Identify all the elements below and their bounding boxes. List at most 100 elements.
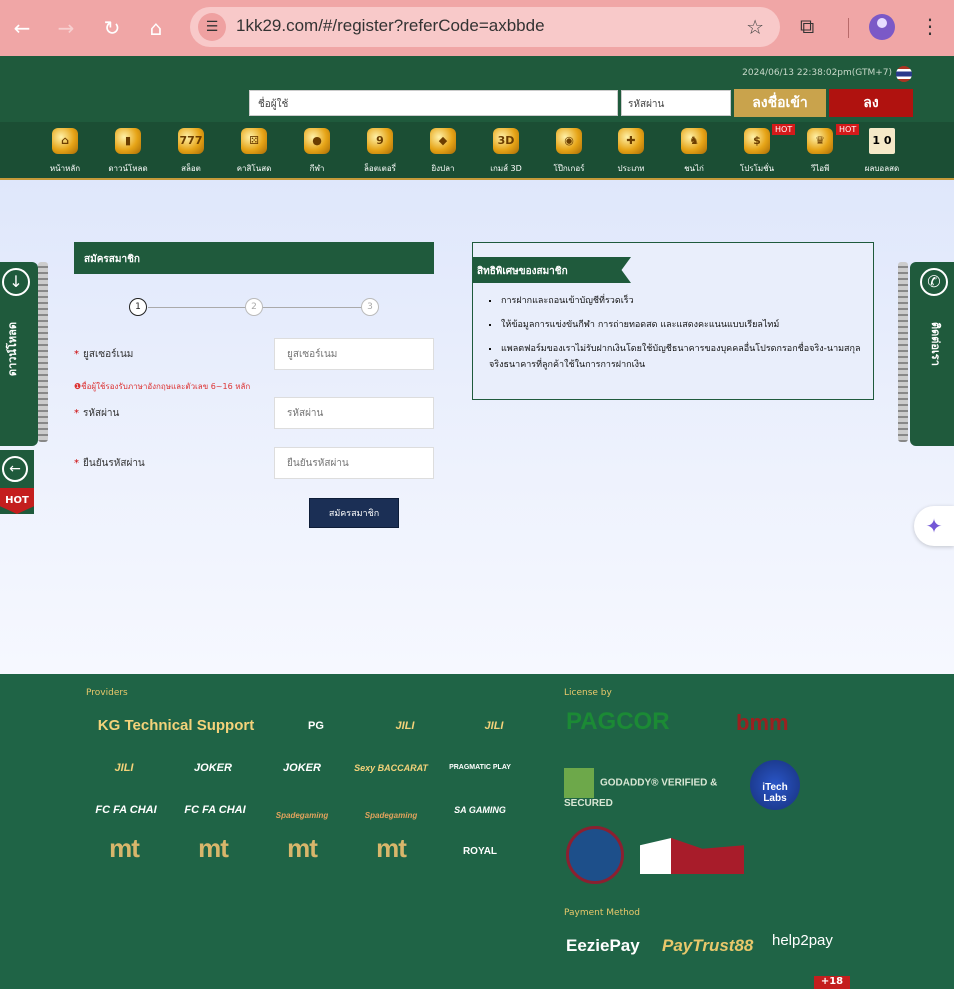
site-header: 2024/06/13 22:38:02pm(GTM+7) ชื่อผู้ใช้ …	[0, 56, 954, 122]
fish-icon: ◆	[430, 128, 456, 154]
provider-logo: mt	[198, 833, 229, 863]
bookmark-star-icon[interactable]: ☆	[746, 15, 764, 39]
login-password-input[interactable]: รหัสผ่าน	[621, 90, 731, 116]
crown-icon: ♛	[807, 128, 833, 154]
username-input[interactable]	[274, 338, 434, 370]
username-row: * ยูสเซอร์เนม	[74, 338, 434, 370]
provider-logo: Spadegaming	[275, 811, 329, 820]
lottery-ball-icon: 9	[367, 128, 393, 154]
contact-side-label: ติดต่อเรา	[929, 322, 942, 366]
address-bar[interactable]: ☰ 1kk29.com/#/register?referCode=axbbde …	[190, 7, 780, 47]
payment-title: Payment Method	[564, 908, 641, 918]
phone-icon: ▮	[115, 128, 141, 154]
menu-item-lottery[interactable]: 9 ล็อตเตอรี่	[349, 128, 411, 175]
contact-side-widget[interactable]: ✆ ติดต่อเรา	[910, 262, 954, 446]
url-text[interactable]: 1kk29.com/#/register?referCode=axbbde	[236, 16, 545, 36]
providers-title: Providers	[86, 688, 128, 698]
paytrust-logo: PayTrust88	[662, 936, 754, 955]
menu-item-3d[interactable]: 3D เกมส์ 3D	[475, 128, 537, 175]
provider-logo: PRAGMATIC PLAY	[449, 764, 511, 771]
home-icon: ⌂	[52, 128, 78, 154]
menu-item-cockfight[interactable]: ♞ ชนไก่	[663, 128, 725, 175]
benefits-title: สิทธิพิเศษของสมาชิก	[473, 257, 631, 283]
dollar-icon: $	[744, 128, 770, 154]
site-info-icon[interactable]: ☰	[198, 13, 226, 41]
back-icon[interactable]: ←	[8, 14, 36, 42]
menu-item-livescore[interactable]: 1 0 ผลบอลสด	[851, 128, 913, 175]
age-restriction-badge: +18	[814, 976, 850, 989]
menu-kebab-icon[interactable]: ⋮	[920, 14, 940, 38]
submit-register-button[interactable]: สมัครสมาชิก	[309, 498, 399, 528]
register-title: สมัครสมาชิก	[74, 242, 434, 274]
slot-777-icon: 777	[178, 128, 204, 154]
confirm-password-label: * ยืนยันรหัสผ่าน	[74, 458, 145, 469]
hot-side-widget[interactable]: ← HOT	[0, 450, 34, 514]
list-item: ให้ข้อมูลการแข่งขันกีฬา การถ่ายทอดสด และ…	[489, 317, 863, 333]
provider-logo: Sexy BACCARAT	[354, 763, 428, 773]
menu-item-promotion[interactable]: $ โปรโมชั่น	[726, 128, 788, 175]
hot-badge: HOT	[772, 124, 796, 135]
chain-decoration	[898, 262, 908, 442]
sparkle-assistant-icon[interactable]: ✦	[914, 506, 954, 546]
menu-item-vip[interactable]: ♛ วีไอพี	[789, 128, 851, 175]
download-side-label: ดาวน์โหลด	[6, 322, 19, 377]
gamepad-icon: ✚	[618, 128, 644, 154]
license-title: License by	[564, 688, 612, 698]
forward-icon[interactable]: →	[52, 14, 80, 42]
help2pay-logo: help2pay	[772, 932, 833, 949]
eeziepay-logo: EeziePay	[566, 936, 640, 955]
menu-item-sports[interactable]: ● กีฬา	[286, 128, 348, 175]
provider-logo: ROYAL	[462, 846, 498, 857]
extensions-icon[interactable]: ⧉	[800, 14, 814, 38]
reload-icon[interactable]: ↻	[98, 14, 126, 42]
menu-item-fishing[interactable]: ◆ ยิงปลา	[412, 128, 474, 175]
username-hint: ❶ชื่อผู้ใช้รองรับภาษาอังกฤษและตัวเลข 6~1…	[74, 382, 251, 391]
itech-labs-logo: iTech Labs	[750, 760, 800, 810]
footer: Providers KG Technical Support PG JILI J…	[0, 674, 954, 989]
back-arrow-icon: ←	[2, 456, 28, 482]
login-username-input[interactable]: ชื่อผู้ใช้	[249, 90, 618, 116]
phone-icon: ✆	[920, 268, 948, 296]
step-2: 2	[245, 298, 263, 316]
menu-item-poker[interactable]: ◉ โป๊กเกอร์	[538, 128, 600, 175]
menu-item-casino[interactable]: ⚄ คาสิโนสด	[223, 128, 285, 175]
profile-avatar[interactable]	[869, 14, 895, 40]
browser-toolbar: ← → ↻ ⌂ ☰ 1kk29.com/#/register?referCode…	[0, 0, 954, 56]
godaddy-verified-logo: GODADDY® VERIFIED & SECURED	[564, 768, 744, 809]
menu-item-download[interactable]: ▮ ดาวน์โหลด	[97, 128, 159, 175]
provider-logo: KG Technical Support	[97, 717, 255, 734]
menu-item-home[interactable]: ⌂ หน้าหลัก	[34, 128, 96, 175]
register-button[interactable]: ลง	[829, 89, 913, 117]
login-button[interactable]: ลงชื่อเข้า	[734, 89, 826, 117]
username-label: * ยูสเซอร์เนม	[74, 349, 134, 360]
ball-icon: ●	[304, 128, 330, 154]
hot-badge: HOT	[836, 124, 860, 135]
confirm-password-input[interactable]	[274, 447, 434, 479]
main-content: สมัครสมาชิก 1 2 3 *ยูสเซอร์เนม ❶ชื่อผู้ใ…	[0, 180, 954, 674]
pagcor-logo: PAGCOR	[566, 708, 670, 735]
provider-logo: Spadegaming	[364, 811, 418, 820]
provider-logo: JILI	[484, 720, 504, 732]
provider-logo: PG	[308, 720, 324, 732]
bmm-logo: bmm	[736, 710, 789, 735]
list-item: การฝากและถอนเข้าบัญชีที่รวดเร็ว	[489, 293, 863, 309]
confirm-password-row: * ยืนยันรหัสผ่าน	[74, 447, 434, 479]
chip-icon: ◉	[556, 128, 582, 154]
menu-item-slot[interactable]: 777 สล็อต	[160, 128, 222, 175]
register-panel: สมัครสมาชิก 1 2 3 *ยูสเซอร์เนม ❶ชื่อผู้ใ…	[74, 242, 434, 528]
home-icon[interactable]: ⌂	[142, 14, 170, 42]
3d-icon: 3D	[493, 128, 519, 154]
member-benefits-panel: สิทธิพิเศษของสมาชิก การฝากและถอนเข้าบัญช…	[472, 242, 874, 400]
license-badge-logo	[640, 838, 744, 874]
thai-flag-icon[interactable]	[896, 66, 912, 82]
download-side-widget[interactable]: ↓ ดาวน์โหลด	[0, 262, 38, 446]
chain-decoration	[38, 262, 48, 442]
download-arrow-icon: ↓	[2, 268, 30, 296]
menu-item-category[interactable]: ✚ ประเภท	[600, 128, 662, 175]
provider-logo: SA GAMING	[454, 805, 506, 815]
step-1: 1	[129, 298, 147, 316]
dice-icon: ⚄	[241, 128, 267, 154]
provider-logo: JILI	[114, 762, 134, 774]
scoreboard-icon: 1 0	[869, 128, 895, 154]
password-input[interactable]	[274, 397, 434, 429]
